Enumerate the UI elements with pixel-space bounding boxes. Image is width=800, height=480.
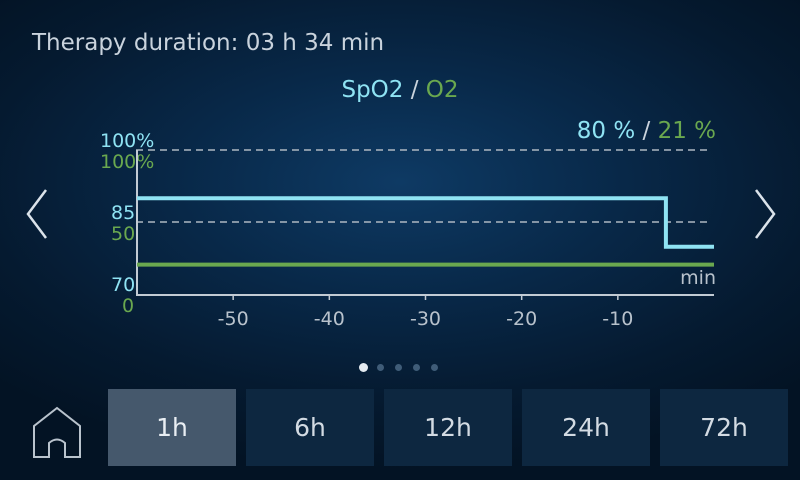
range-button-24h[interactable]: 24h [522,389,650,466]
page-dot[interactable] [377,364,384,371]
chevron-left-icon[interactable] [22,188,52,240]
page-dot[interactable] [359,363,368,372]
x-tick-label: -10 [602,308,633,330]
x-tick-label: -30 [410,308,441,330]
chevron-right-icon[interactable] [750,188,780,240]
time-range-bar: 1h 6h 12h 24h 72h [0,388,800,468]
page-dot[interactable] [431,364,438,371]
page-indicator [359,363,449,373]
x-tick-label: -50 [218,308,249,330]
home-button[interactable] [22,394,92,464]
trend-chart: -50 -40 -30 -20 -10 min [136,149,716,330]
x-tick-label: -20 [506,308,537,330]
range-button-72h[interactable]: 72h [660,389,788,466]
page-dot[interactable] [395,364,402,371]
x-tick-label: -40 [314,308,345,330]
range-button-1h[interactable]: 1h [108,389,236,466]
x-axis-unit: min [680,267,716,289]
x-axis-ticks: -50 -40 -30 -20 -10 [218,295,633,330]
range-button-12h[interactable]: 12h [384,389,512,466]
home-icon [33,406,81,458]
page-dot[interactable] [413,364,420,371]
range-button-6h[interactable]: 6h [246,389,374,466]
